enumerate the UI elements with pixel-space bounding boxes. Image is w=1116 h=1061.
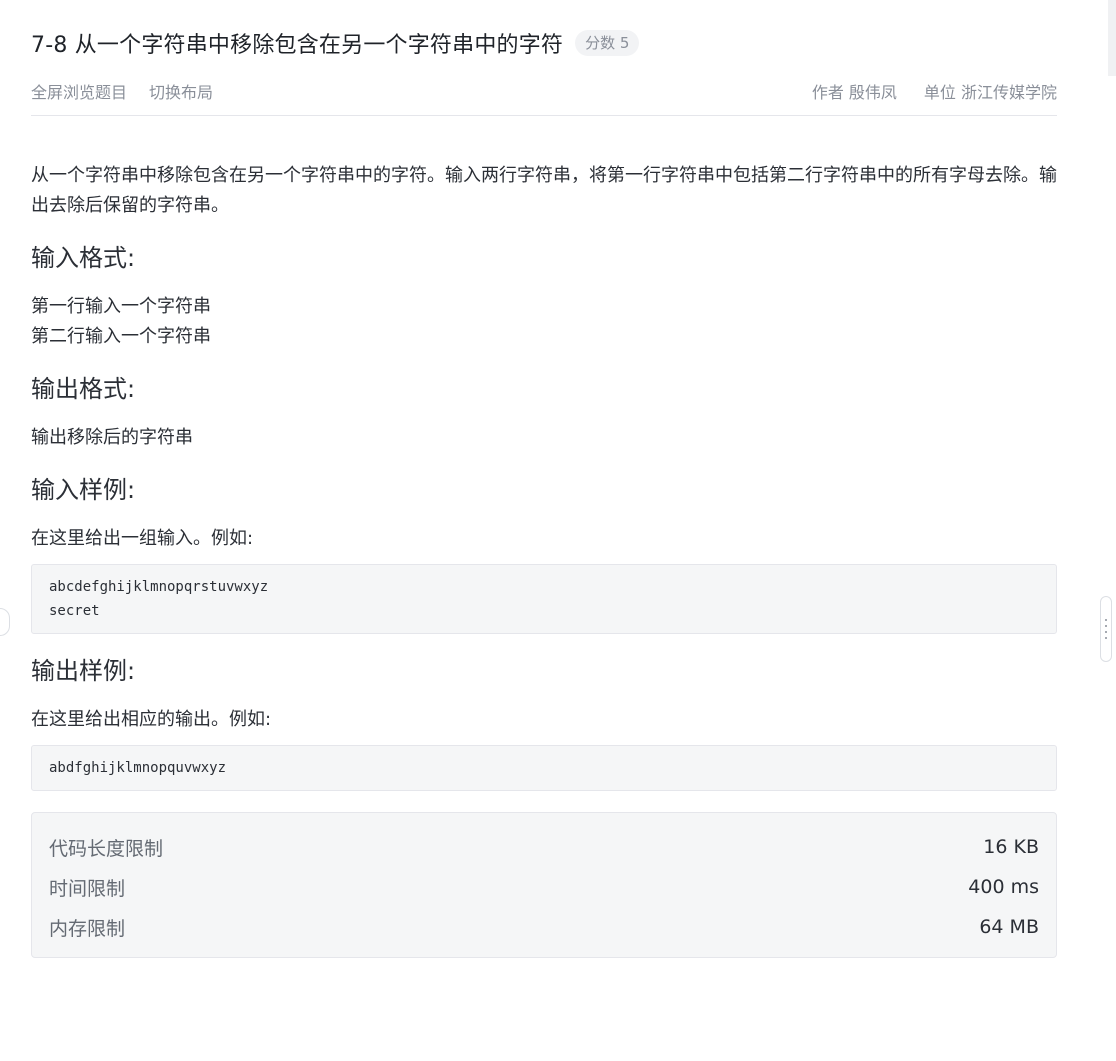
code-line: abcdefghijklmnopqrstuvwxyz	[49, 579, 269, 595]
input-format-line: 第一行输入一个字符串	[31, 296, 211, 317]
limit-row-memory: 内存限制 64 MB	[49, 907, 1039, 947]
input-sample-code[interactable]: abcdefghijklmnopqrstuvwxyz secret	[31, 564, 1057, 634]
limit-label: 时间限制	[49, 877, 126, 900]
left-panel-handle[interactable]	[0, 608, 10, 636]
problem-title: 7-8 从一个字符串中移除包含在另一个字符串中的字符	[31, 33, 564, 58]
title-row: 7-8 从一个字符串中移除包含在另一个字符串中的字符 分数 5	[31, 22, 1057, 64]
score-badge: 分数 5	[575, 30, 640, 56]
output-format-heading: 输出格式:	[31, 375, 136, 403]
limit-row-time: 时间限制 400 ms	[49, 867, 1039, 907]
input-sample-intro: 在这里给出一组输入。例如:	[31, 528, 254, 549]
output-sample-intro: 在这里给出相应的输出。例如:	[31, 709, 272, 730]
output-sample-code[interactable]: abdfghijklmnopquvwxyz	[31, 745, 1057, 791]
limit-label: 内存限制	[49, 917, 126, 940]
limit-value: 64 MB	[979, 916, 1039, 938]
output-format-line: 输出移除后的字符串	[31, 427, 193, 448]
author-info: 作者 殷伟凤	[811, 83, 897, 102]
grip-dot-icon	[1105, 625, 1107, 627]
limits-panel: 代码长度限制 16 KB 时间限制 400 ms 内存限制 64 MB	[31, 812, 1057, 958]
problem-meta: 作者 殷伟凤 单位 浙江传媒学院	[785, 79, 1057, 103]
toolbar-actions: 全屏浏览题目 切换布局	[31, 79, 235, 103]
output-sample-heading: 输出样例:	[31, 657, 136, 685]
panel-resize-handle[interactable]	[1100, 596, 1112, 662]
input-format-heading: 输入格式:	[31, 244, 136, 272]
fullscreen-button[interactable]: 全屏浏览题目	[31, 79, 127, 103]
problem-description: 从一个字符串中移除包含在另一个字符串中的字符。输入两行字符串，将第一行字符串中包…	[31, 165, 1057, 216]
limit-value: 16 KB	[983, 836, 1039, 858]
limit-row-code-length: 代码长度限制 16 KB	[49, 827, 1039, 867]
input-format-line: 第二行输入一个字符串	[31, 326, 211, 347]
grip-dot-icon	[1105, 631, 1107, 633]
grip-dot-icon	[1105, 619, 1107, 621]
problem-toolbar: 全屏浏览题目 切换布局 作者 殷伟凤 单位 浙江传媒学院	[31, 73, 1057, 116]
grip-dot-icon	[1105, 637, 1107, 639]
problem-panel: 7-8 从一个字符串中移除包含在另一个字符串中的字符 分数 5 全屏浏览题目 切…	[31, 22, 1057, 958]
code-line: secret	[49, 603, 100, 619]
code-line: abdfghijklmnopquvwxyz	[49, 760, 227, 776]
switch-layout-button[interactable]: 切换布局	[149, 79, 213, 103]
input-sample-heading: 输入样例:	[31, 476, 136, 504]
limit-value: 400 ms	[968, 876, 1039, 898]
scrollbar-track[interactable]	[1108, 0, 1116, 76]
limit-label: 代码长度限制	[49, 837, 164, 860]
unit-info: 单位 浙江传媒学院	[923, 83, 1057, 102]
